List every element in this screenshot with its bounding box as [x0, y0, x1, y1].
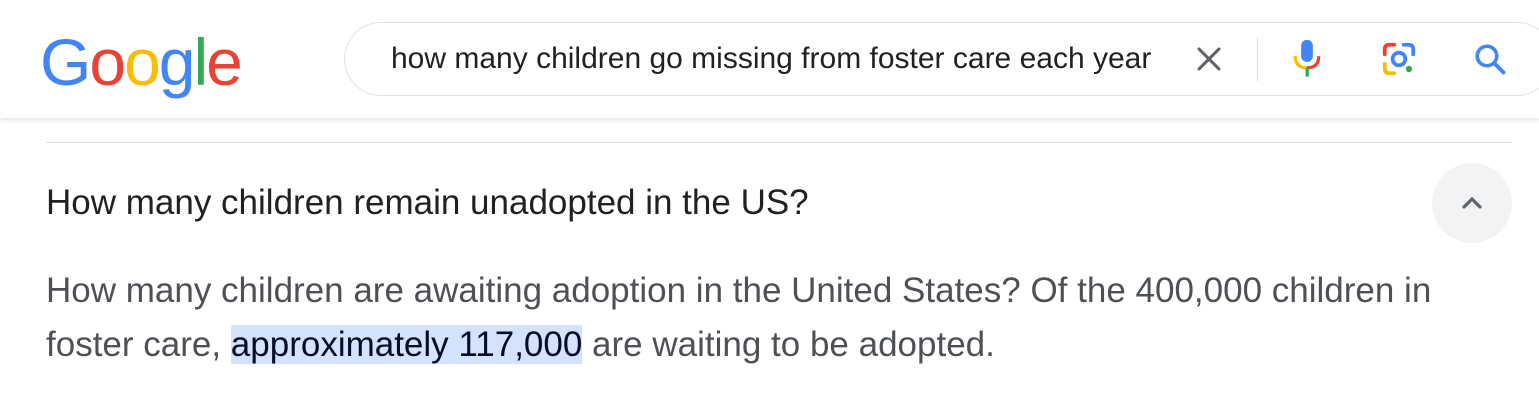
- lens-search-button[interactable]: [1375, 35, 1423, 83]
- search-submit-button[interactable]: [1466, 35, 1514, 83]
- answer-text-after: are waiting to be adopted.: [582, 325, 995, 364]
- search-box[interactable]: how many children go missing from foster…: [344, 22, 1539, 96]
- faq-question[interactable]: How many children remain unadopted in th…: [46, 180, 809, 226]
- search-divider: [1257, 37, 1258, 81]
- clear-search-button[interactable]: [1185, 35, 1233, 83]
- collapse-button[interactable]: [1432, 163, 1512, 243]
- search-input[interactable]: how many children go missing from foster…: [391, 23, 1161, 95]
- logo-letter-o2: o: [124, 25, 161, 99]
- microphone-icon: [1293, 39, 1321, 77]
- google-lens-icon: [1382, 42, 1416, 76]
- faq-panel: How many children remain unadopted in th…: [0, 118, 1539, 405]
- chevron-up-icon: [1462, 197, 1482, 209]
- search-icon: [1475, 44, 1506, 75]
- logo-letter-g2: g: [158, 25, 196, 99]
- faq-divider: [46, 142, 1512, 143]
- answer-highlight: approximately 117,000: [230, 325, 583, 364]
- close-icon: [1197, 47, 1221, 71]
- logo-letter-l: l: [193, 25, 209, 99]
- voice-search-button[interactable]: [1283, 35, 1331, 83]
- faq-answer: How many children are awaiting adoption …: [46, 264, 1506, 372]
- logo-letter-e: e: [206, 25, 243, 99]
- logo-letter-o1: o: [89, 25, 126, 99]
- google-logo[interactable]: Google: [40, 22, 243, 102]
- search-header: Google how many children go missing from…: [0, 0, 1539, 118]
- logo-letter-g: G: [40, 25, 91, 99]
